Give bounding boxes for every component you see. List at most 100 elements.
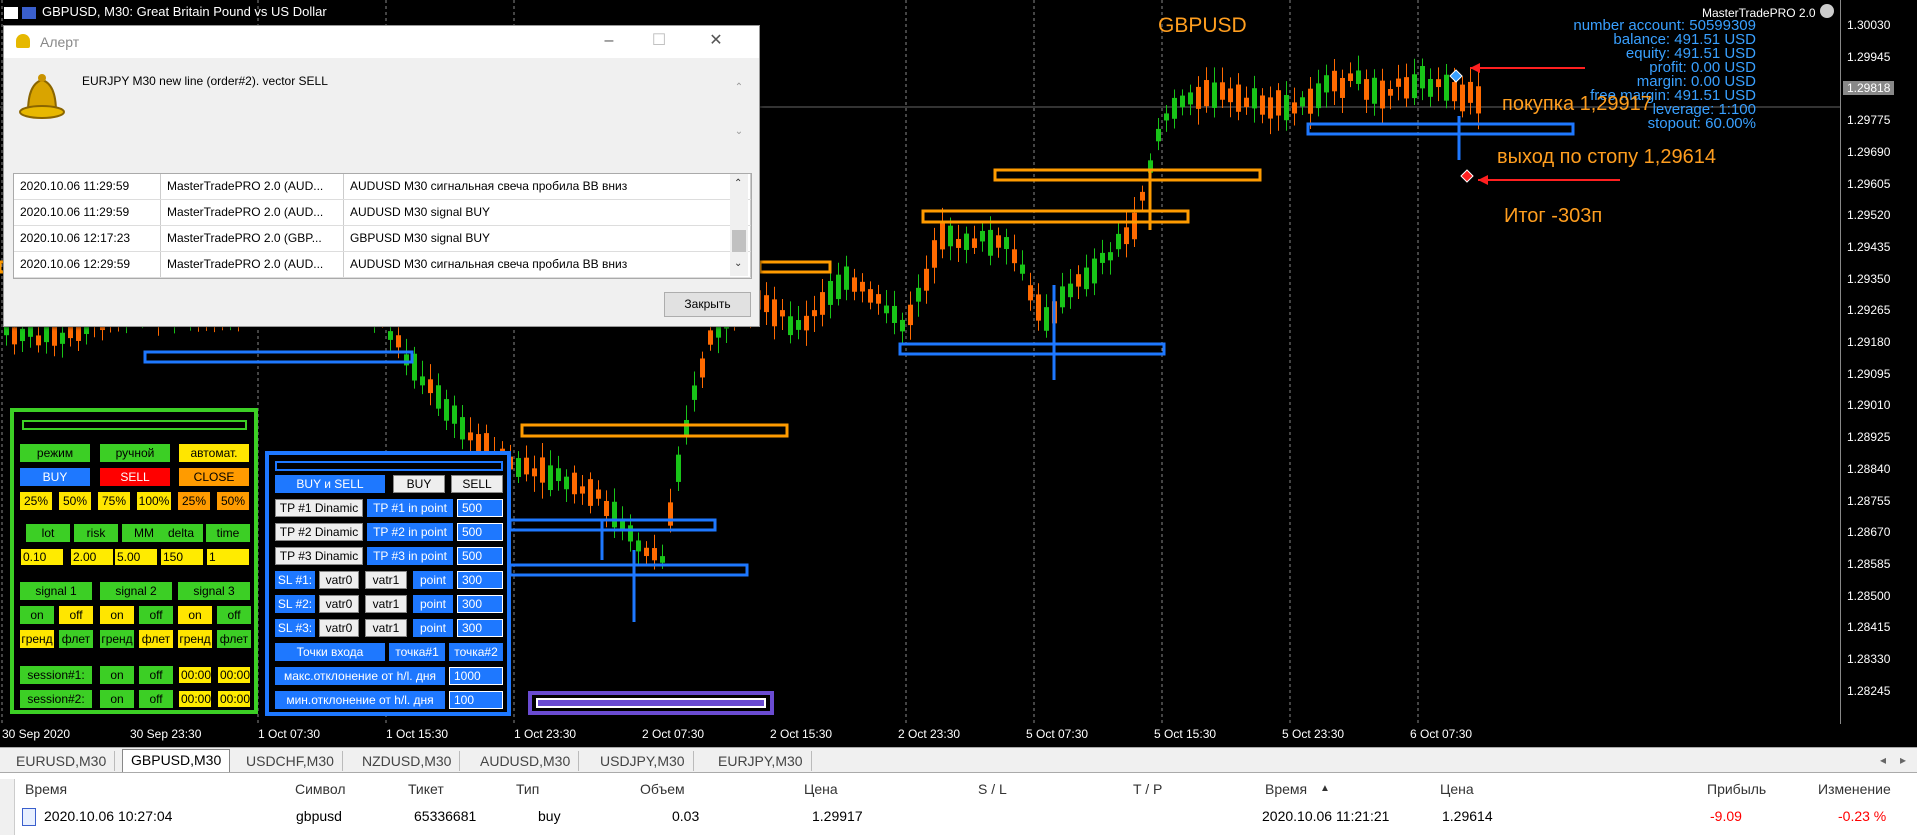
tab-audusd-m30[interactable]: AUDUSD,M30: [472, 751, 580, 771]
alert-row[interactable]: 2020.10.06 12:29:59 MasterTradePRO 2.0 (A…: [14, 252, 751, 278]
sl2-vatr0[interactable]: vatr0: [319, 595, 359, 613]
tp3-value[interactable]: 500: [457, 547, 503, 565]
panel-drag-bar[interactable]: [22, 420, 247, 430]
max-deviation-value[interactable]: 1000: [449, 667, 503, 685]
sl1-point[interactable]: point: [413, 571, 453, 589]
alert-row[interactable]: 2020.10.06 11:29:59 MasterTradePRO 2.0 (A…: [14, 174, 751, 200]
purple-panel[interactable]: [528, 691, 774, 715]
signal-2-flat[interactable]: флет: [139, 630, 173, 648]
session-1-on[interactable]: on: [100, 666, 134, 684]
minimize-icon[interactable]: –: [594, 29, 624, 53]
auto-button[interactable]: автомат.: [179, 444, 249, 462]
lot-input[interactable]: 0.10: [20, 548, 64, 566]
tab-eurusd-m30[interactable]: EURUSD,M30: [8, 751, 116, 771]
entry-points-button[interactable]: Точки входа: [275, 643, 385, 661]
signal-2-off[interactable]: off: [139, 606, 173, 624]
tab-scroll-left[interactable]: ◂: [1880, 753, 1886, 767]
alert-table-scrollbar[interactable]: ⌃ ⌄: [730, 174, 748, 276]
tab-usdjpy-m30[interactable]: USDJPY,M30: [592, 751, 694, 771]
point-1-button[interactable]: точка#1: [389, 643, 445, 661]
signal-3-button[interactable]: signal 3: [178, 582, 250, 600]
tp1-in-point[interactable]: TP #1 in point: [367, 499, 453, 517]
sl3-point[interactable]: point: [413, 619, 453, 637]
trade-header[interactable]: Цена: [1440, 781, 1474, 797]
session-2-end[interactable]: 00:00: [217, 690, 251, 708]
param-delta[interactable]: delta: [159, 524, 203, 542]
purple-panel-bar[interactable]: [536, 698, 766, 708]
trade-header[interactable]: Время: [1265, 781, 1307, 797]
tab-usdchf-m30[interactable]: USDCHF,M30: [238, 751, 343, 771]
signal-3-on[interactable]: on: [178, 606, 212, 624]
trade-header[interactable]: Объем: [640, 781, 685, 797]
trade-header[interactable]: Цена: [804, 781, 838, 797]
tp2-value[interactable]: 500: [457, 523, 503, 541]
sell-button[interactable]: SELL: [100, 468, 170, 486]
sl3-vatr0[interactable]: vatr0: [319, 619, 359, 637]
session-1-off[interactable]: off: [139, 666, 173, 684]
maximize-icon[interactable]: ☐: [644, 29, 674, 53]
mode-button[interactable]: режим: [20, 444, 90, 462]
tab-nzdusd-m30[interactable]: NZDUSD,M30: [354, 751, 461, 771]
session-2-start[interactable]: 00:00: [178, 690, 212, 708]
buy-and-sell-button[interactable]: BUY и SELL: [275, 475, 385, 493]
mm-input[interactable]: 5.00: [114, 548, 158, 566]
mid-sell-button[interactable]: SELL: [451, 475, 503, 493]
signal-3-trend[interactable]: гренд: [178, 630, 212, 648]
pct-50-buy[interactable]: 50%: [59, 492, 91, 510]
signal-1-button[interactable]: signal 1: [20, 582, 92, 600]
close-button[interactable]: CLOSE: [179, 468, 249, 486]
trade-header[interactable]: Тикет: [408, 781, 444, 797]
signal-1-flat[interactable]: флет: [59, 630, 93, 648]
pct-50-close[interactable]: 50%: [217, 492, 249, 510]
sl1-vatr1[interactable]: vatr1: [365, 571, 407, 589]
tp-panel-drag-bar[interactable]: [275, 461, 503, 471]
pct-25-close[interactable]: 25%: [178, 492, 210, 510]
param-time[interactable]: time: [206, 524, 250, 542]
param-lot[interactable]: lot: [26, 524, 70, 542]
session-2-off[interactable]: off: [139, 690, 173, 708]
tp2-in-point[interactable]: TP #2 in point: [367, 523, 453, 541]
tab-eurjpy-m30[interactable]: EURJPY,M30: [710, 751, 812, 771]
sl1-value[interactable]: 300: [457, 571, 503, 589]
session-1-start[interactable]: 00:00: [178, 666, 212, 684]
ea-smile-icon[interactable]: [1820, 4, 1834, 18]
param-risk[interactable]: risk: [74, 524, 118, 542]
alert-close-button[interactable]: Закрыть: [664, 292, 751, 317]
point-2-button[interactable]: точка#2: [449, 643, 503, 661]
session-2-on[interactable]: on: [100, 690, 134, 708]
trade-header[interactable]: Символ: [295, 781, 345, 797]
tp3-in-point[interactable]: TP #3 in point: [367, 547, 453, 565]
signal-1-trend[interactable]: гренд: [20, 630, 54, 648]
signal-2-button[interactable]: signal 2: [100, 582, 172, 600]
time-input[interactable]: 1: [206, 548, 250, 566]
tp2-dinamic[interactable]: TP #2 Dinamic: [275, 523, 363, 541]
manual-button[interactable]: ручной: [100, 444, 170, 462]
signal-2-trend[interactable]: гренд: [100, 630, 134, 648]
alert-row[interactable]: 2020.10.06 11:29:59 MasterTradePRO 2.0 (A…: [14, 200, 751, 226]
tab-scroll-right[interactable]: ▸: [1900, 753, 1906, 767]
trade-header[interactable]: T / P: [1133, 781, 1162, 797]
signal-1-on[interactable]: on: [20, 606, 54, 624]
sl2-point[interactable]: point: [413, 595, 453, 613]
tp1-dinamic[interactable]: TP #1 Dinamic: [275, 499, 363, 517]
tp3-dinamic[interactable]: TP #3 Dinamic: [275, 547, 363, 565]
price-chart[interactable]: GBPUSD, M30: Great Britain Pound vs US D…: [0, 0, 1840, 724]
sl3-value[interactable]: 300: [457, 619, 503, 637]
min-deviation-value[interactable]: 100: [449, 691, 503, 709]
signal-2-on[interactable]: on: [100, 606, 134, 624]
signal-3-flat[interactable]: флет: [217, 630, 251, 648]
alert-row[interactable]: 2020.10.06 12:17:23 MasterTradePRO 2.0 (G…: [14, 226, 751, 252]
trade-header[interactable]: Прибыль: [1707, 781, 1766, 797]
trade-header[interactable]: S / L: [978, 781, 1007, 797]
mid-buy-button[interactable]: BUY: [393, 475, 445, 493]
terminal-side-tab[interactable]: [0, 779, 15, 835]
pct-25-buy[interactable]: 25%: [20, 492, 52, 510]
pct-75-buy[interactable]: 75%: [98, 492, 130, 510]
signal-3-off[interactable]: off: [217, 606, 251, 624]
sl3-vatr1[interactable]: vatr1: [365, 619, 407, 637]
tab-gbpusd-m30[interactable]: GBPUSD,M30: [122, 749, 231, 773]
trade-header[interactable]: Тип: [516, 781, 539, 797]
sl1-vatr0[interactable]: vatr0: [319, 571, 359, 589]
risk-input[interactable]: 2.00: [70, 548, 114, 566]
signal-1-off[interactable]: off: [59, 606, 93, 624]
